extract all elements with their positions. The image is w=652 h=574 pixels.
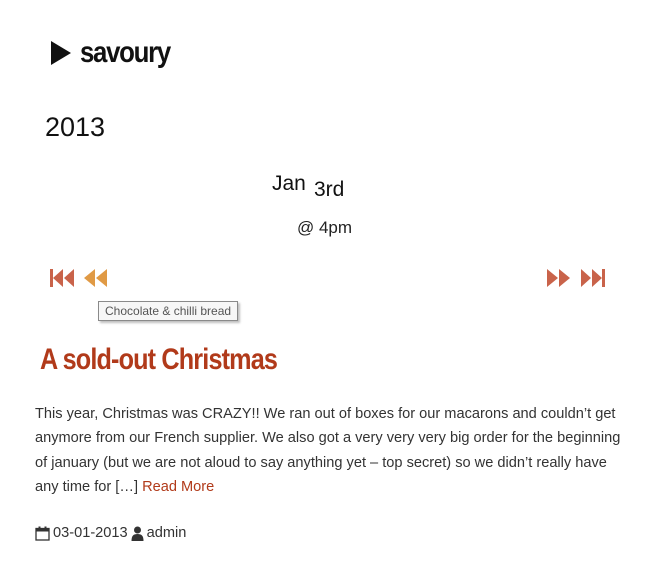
nav-tooltip: Chocolate & chilli bread xyxy=(98,301,239,321)
category-title: savoury xyxy=(80,36,171,69)
skip-last-icon xyxy=(580,266,606,290)
next-post-button[interactable] xyxy=(546,266,572,290)
post-title-link[interactable]: A sold-out Christmas xyxy=(40,343,278,377)
previous-post-button[interactable] xyxy=(83,266,109,290)
post-date: 03-01-2013 xyxy=(53,525,128,541)
archive-time: @ 4pm xyxy=(297,218,353,237)
post-meta: 03-01-2013 admin xyxy=(35,525,186,541)
category-heading: savoury xyxy=(50,36,185,70)
post-author[interactable]: admin xyxy=(131,525,187,541)
user-icon xyxy=(131,526,144,541)
play-icon xyxy=(50,40,72,66)
rewind-icon xyxy=(83,266,109,290)
archive-month: Jan xyxy=(272,172,306,195)
post-author-name: admin xyxy=(146,525,187,541)
archive-year: 2013 xyxy=(45,112,106,142)
archive-day: 3rd xyxy=(314,178,345,201)
calendar-icon xyxy=(35,526,50,541)
post-excerpt-text: This year, Christmas was CRAZY!! We ran … xyxy=(35,406,621,495)
first-post-button[interactable] xyxy=(49,266,75,290)
fast-forward-icon xyxy=(546,266,572,290)
last-post-button[interactable] xyxy=(580,266,606,290)
post-excerpt: This year, Christmas was CRAZY!! We ran … xyxy=(35,402,630,499)
skip-first-icon xyxy=(49,266,75,290)
read-more-link[interactable]: Read More xyxy=(142,479,214,495)
